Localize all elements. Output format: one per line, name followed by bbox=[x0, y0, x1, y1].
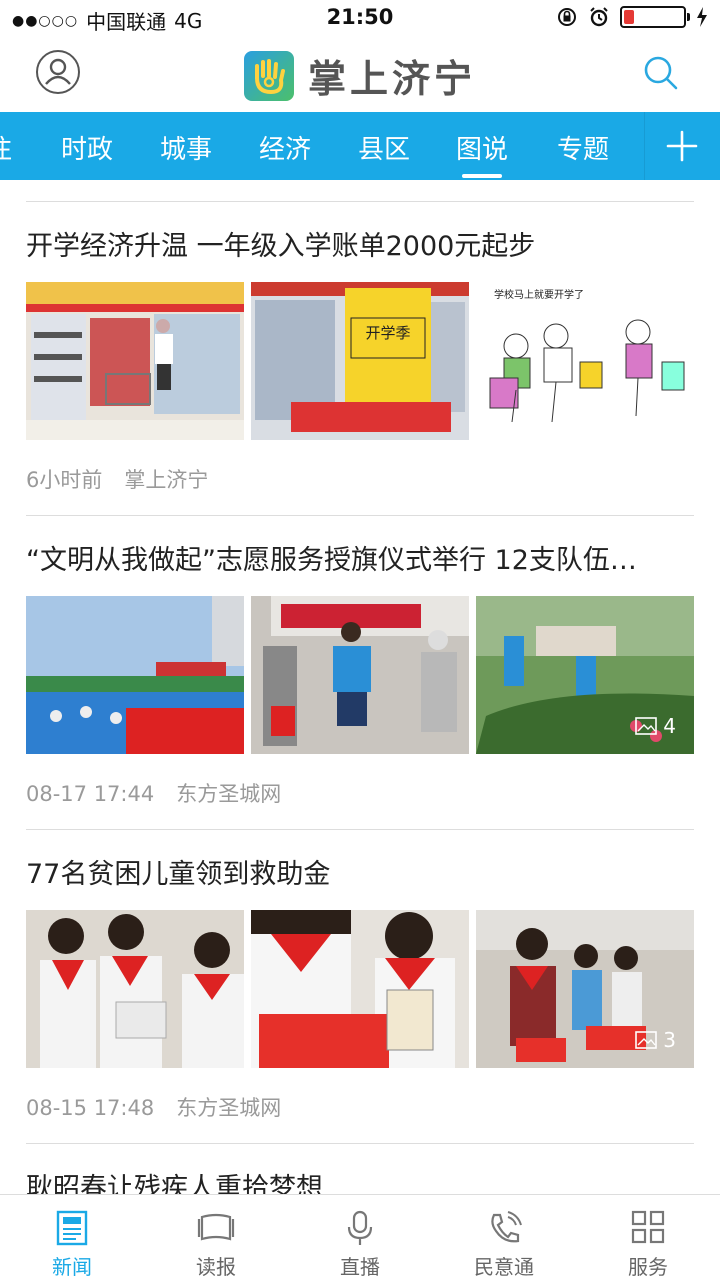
status-bar: ●●○○○ 中国联通 4G 21:50 bbox=[0, 0, 720, 36]
tab-county[interactable]: 县区 bbox=[358, 129, 410, 166]
news-time: 08-15 17:48 bbox=[26, 1096, 155, 1120]
news-item[interactable]: 开学经济升温 一年级入学账单2000元起步 开学季 学校马上就要开学了 6小时前… bbox=[26, 201, 694, 516]
nav-news[interactable]: 新闻 bbox=[0, 1195, 144, 1281]
thumbnail-row: 3 bbox=[26, 910, 694, 1068]
nav-label: 民意通 bbox=[474, 1255, 534, 1279]
gallery-icon bbox=[635, 717, 658, 735]
news-icon bbox=[56, 1210, 88, 1246]
battery-icon bbox=[620, 6, 690, 28]
news-meta: 08-17 17:44 东方圣城网 bbox=[26, 778, 303, 808]
search-button[interactable] bbox=[642, 54, 680, 92]
news-title[interactable]: 耿昭春让残疾人重拾梦想 bbox=[26, 1166, 694, 1194]
news-item[interactable]: “文明从我做起”志愿服务授旗仪式举行 12支队伍… 4 08-17 17:44 … bbox=[26, 515, 694, 830]
channel-tab-strip[interactable]: 注 时政 城事 经济 县区 图说 专题 bbox=[0, 112, 645, 180]
news-title[interactable]: 开学经济升温 一年级入学账单2000元起步 bbox=[26, 224, 694, 263]
back-to-school-display-photo[interactable]: 开学季 bbox=[251, 282, 469, 440]
tab-photo-news[interactable]: 图说 bbox=[456, 129, 508, 178]
phone-icon bbox=[491, 1211, 522, 1243]
illustration-caption: 学校马上就要开学了 bbox=[494, 288, 584, 301]
news-meta: 08-15 17:48 东方圣城网 bbox=[26, 1092, 303, 1122]
park-volunteers-photo[interactable]: 4 bbox=[476, 596, 694, 754]
nav-newspaper[interactable]: 读报 bbox=[144, 1195, 288, 1281]
nav-label: 新闻 bbox=[52, 1255, 92, 1279]
app-header: 掌上济宁 bbox=[0, 36, 720, 112]
nav-services[interactable]: 服务 bbox=[576, 1195, 720, 1281]
thumbnail-row: 开学季 学校马上就要开学了 bbox=[26, 282, 694, 440]
app-logo: 掌上济宁 bbox=[0, 48, 720, 103]
image-count-badge: 3 bbox=[635, 1028, 676, 1052]
nav-live[interactable]: 直播 bbox=[288, 1195, 432, 1281]
app-name: 掌上济宁 bbox=[307, 56, 476, 101]
alarm-icon bbox=[590, 7, 608, 27]
tab-politics[interactable]: 时政 bbox=[61, 129, 113, 166]
news-time: 08-17 17:44 bbox=[26, 782, 155, 806]
news-time: 6小时前 bbox=[26, 468, 103, 492]
channel-tab-bar: 注 时政 城事 经济 县区 图说 专题 bbox=[0, 112, 720, 180]
microphone-icon bbox=[347, 1210, 373, 1245]
rotation-lock-icon bbox=[558, 8, 576, 26]
news-source: 东方圣城网 bbox=[176, 1096, 282, 1120]
crowd-ceremony-photo[interactable] bbox=[26, 596, 244, 754]
image-count: 4 bbox=[663, 714, 676, 738]
tab-special[interactable]: 专题 bbox=[557, 129, 609, 166]
news-title[interactable]: 77名贫困儿童领到救助金 bbox=[26, 852, 694, 891]
nav-label: 服务 bbox=[628, 1255, 668, 1279]
bottom-tab-bar: 新闻 读报 直播 民意通 服务 bbox=[0, 1194, 720, 1281]
cartoon-illustration[interactable]: 学校马上就要开学了 bbox=[476, 282, 694, 440]
gallery-icon bbox=[635, 1031, 658, 1049]
nav-label: 直播 bbox=[340, 1255, 380, 1279]
volunteers-photo[interactable] bbox=[251, 596, 469, 754]
nav-public-opinion[interactable]: 民意通 bbox=[432, 1195, 576, 1281]
tab-economy[interactable]: 经济 bbox=[259, 129, 311, 166]
news-feed[interactable]: 开学经济升温 一年级入学账单2000元起步 开学季 学校马上就要开学了 6小时前… bbox=[0, 180, 720, 1194]
thumbnail-row: 4 bbox=[26, 596, 694, 754]
tab-partial[interactable]: 注 bbox=[0, 129, 12, 166]
supermarket-photo[interactable] bbox=[26, 282, 244, 440]
add-channel-button[interactable] bbox=[644, 112, 720, 180]
hand-logo-icon bbox=[243, 50, 294, 101]
search-icon bbox=[644, 56, 678, 90]
nav-label: 读报 bbox=[196, 1255, 236, 1279]
children-in-hall-photo[interactable]: 3 bbox=[476, 910, 694, 1068]
news-meta: 6小时前 掌上济宁 bbox=[26, 464, 230, 494]
children-reading-photo[interactable] bbox=[26, 910, 244, 1068]
tab-city[interactable]: 城事 bbox=[160, 129, 212, 166]
news-title[interactable]: “文明从我做起”志愿服务授旗仪式举行 12支队伍… bbox=[26, 538, 694, 577]
image-count-badge: 4 bbox=[635, 714, 676, 738]
image-count: 3 bbox=[663, 1028, 676, 1052]
charging-icon bbox=[697, 7, 707, 27]
newspaper-icon bbox=[197, 1213, 235, 1241]
news-item[interactable]: 耿昭春让残疾人重拾梦想 bbox=[26, 1143, 694, 1194]
sign-text: 开学季 bbox=[365, 324, 410, 342]
news-source: 掌上济宁 bbox=[124, 468, 209, 492]
news-source: 东方圣城网 bbox=[176, 782, 282, 806]
children-with-envelopes-photo[interactable] bbox=[251, 910, 469, 1068]
plus-icon bbox=[666, 130, 698, 162]
news-item[interactable]: 77名贫困儿童领到救助金 3 08-15 17:48 东方圣城网 bbox=[26, 829, 694, 1144]
grid-icon bbox=[631, 1210, 665, 1244]
